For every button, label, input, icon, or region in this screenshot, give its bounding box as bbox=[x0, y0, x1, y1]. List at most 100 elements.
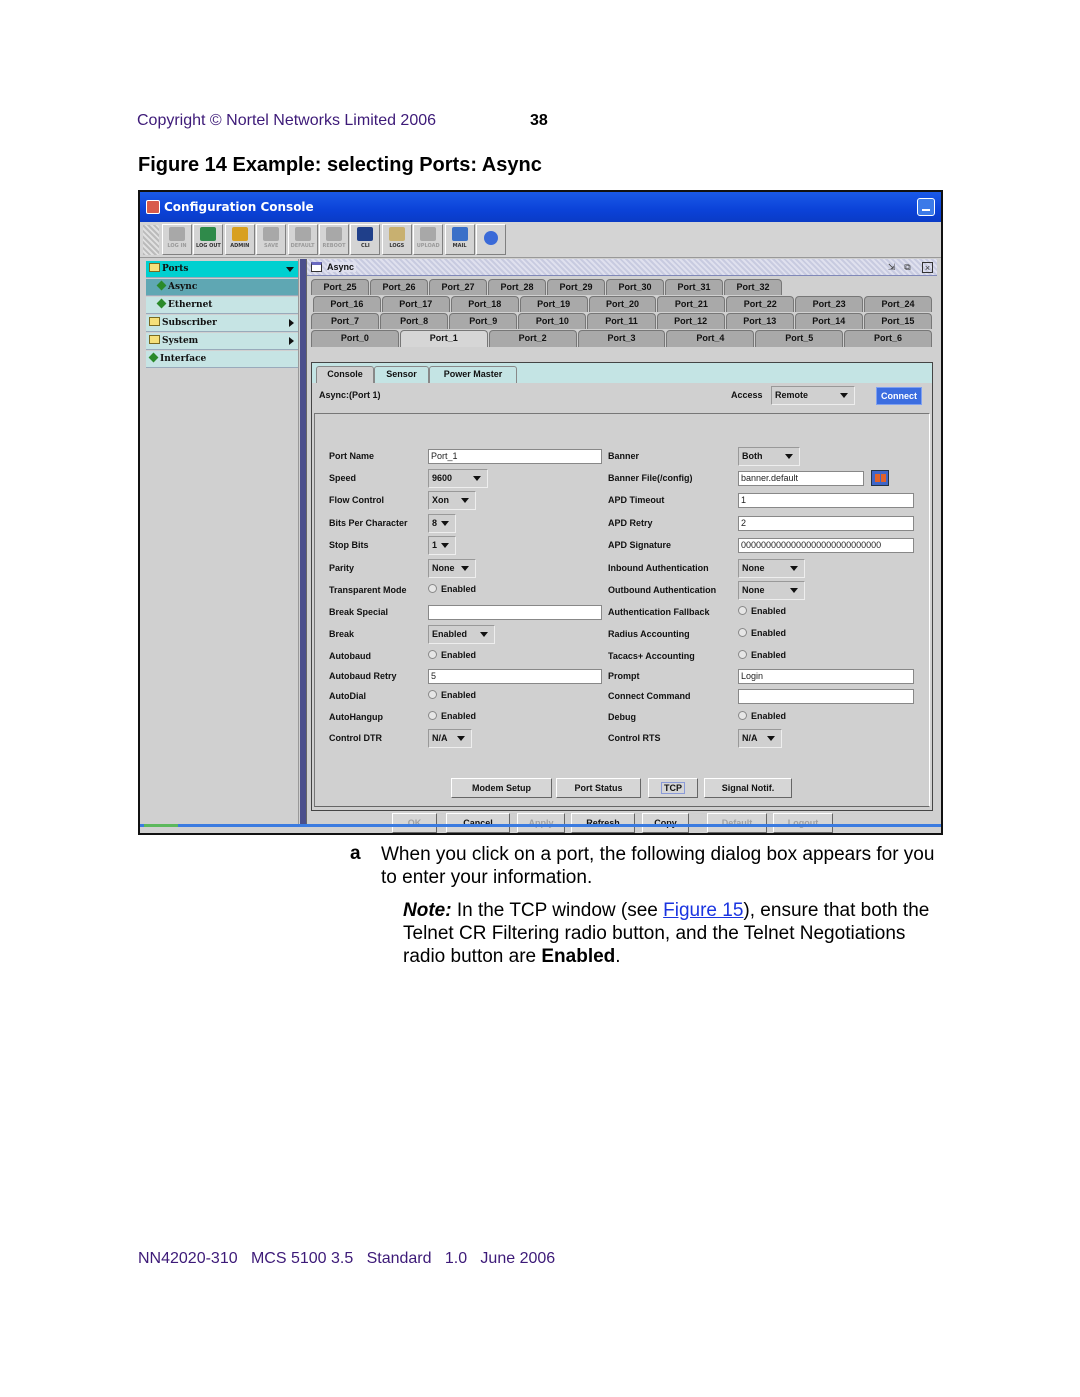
banner-select[interactable]: Both bbox=[738, 447, 800, 466]
break-select[interactable]: Enabled bbox=[428, 625, 495, 644]
modem-setup-button[interactable]: Modem Setup bbox=[451, 778, 552, 798]
port-tab-port-25[interactable]: Port_25 bbox=[311, 279, 369, 295]
port-tab-port-6[interactable]: Port_6 bbox=[844, 330, 932, 347]
toolbar-button-logs[interactable]: LOGS bbox=[381, 224, 412, 255]
port-tab-port-18[interactable]: Port_18 bbox=[450, 296, 519, 312]
close-icon[interactable]: × bbox=[922, 262, 933, 273]
sidebar-item-interface[interactable]: Interface bbox=[146, 351, 298, 368]
port-tab-port-27[interactable]: Port_27 bbox=[429, 279, 487, 295]
autodial-radio[interactable]: Enabled bbox=[428, 690, 476, 700]
control-dtr-select[interactable]: N/A bbox=[428, 729, 472, 748]
port-tab-port-11[interactable]: Port_11 bbox=[587, 313, 656, 329]
sidebar-item-system[interactable]: System bbox=[146, 333, 298, 350]
tab-console[interactable]: Console bbox=[316, 366, 374, 383]
figure-15-link[interactable]: Figure 15 bbox=[663, 900, 743, 921]
port-tab-port-2[interactable]: Port_2 bbox=[488, 330, 577, 347]
maximize-icon[interactable]: ⧉ bbox=[902, 262, 913, 273]
debug-radio[interactable]: Enabled bbox=[738, 711, 786, 721]
iconify-icon[interactable]: ⇲ bbox=[886, 262, 897, 273]
parity-select[interactable]: None bbox=[428, 559, 476, 578]
toolbar-button-cli[interactable]: CLI bbox=[350, 224, 381, 255]
sidebar-item-async[interactable]: Async bbox=[146, 279, 298, 296]
toolbar-grip-handle[interactable] bbox=[143, 225, 159, 255]
cancel-button[interactable]: Cancel bbox=[446, 813, 510, 833]
port-tab-port-4[interactable]: Port_4 bbox=[666, 330, 755, 347]
port-tab-port-29[interactable]: Port_29 bbox=[547, 279, 605, 295]
signal-notif-button[interactable]: Signal Notif. bbox=[704, 778, 792, 798]
tab-sensor[interactable]: Sensor bbox=[374, 366, 429, 383]
access-select[interactable]: Remote bbox=[771, 386, 855, 405]
toolbar-button-help[interactable] bbox=[476, 224, 506, 255]
bits-per-character-select[interactable]: 8 bbox=[428, 514, 456, 533]
transparent-mode-radio[interactable]: Enabled bbox=[428, 584, 476, 594]
port-tab-port-20[interactable]: Port_20 bbox=[588, 296, 657, 312]
port-tab-port-16[interactable]: Port_16 bbox=[313, 296, 381, 312]
toolbar-button-logout[interactable]: LOG OUT bbox=[193, 224, 224, 255]
toolbar-button-admin[interactable]: ADMIN bbox=[224, 224, 255, 255]
browse-file-icon[interactable] bbox=[871, 470, 889, 486]
apd-signature-field[interactable]: 0000000000000000000000000000 bbox=[738, 538, 914, 553]
port-tab-port-5[interactable]: Port_5 bbox=[755, 330, 844, 347]
refresh-button[interactable]: Refresh bbox=[571, 813, 635, 833]
connect-command-field[interactable] bbox=[738, 689, 914, 704]
port-tab-port-28[interactable]: Port_28 bbox=[488, 279, 546, 295]
port-tab-port-32[interactable]: Port_32 bbox=[724, 279, 782, 295]
port-tab-port-0[interactable]: Port_0 bbox=[311, 330, 399, 347]
flow-control-select[interactable]: Xon bbox=[428, 491, 476, 510]
port-tab-port-8[interactable]: Port_8 bbox=[380, 313, 449, 329]
stop-bits-select[interactable]: 1 bbox=[428, 536, 456, 555]
sidebar-item-ports[interactable]: Ports bbox=[146, 261, 298, 278]
port-tab-port-17[interactable]: Port_17 bbox=[381, 296, 450, 312]
apply-button[interactable]: Apply bbox=[517, 813, 565, 833]
copy-button[interactable]: Copy bbox=[642, 813, 689, 833]
outbound-authentication-select[interactable]: None bbox=[738, 581, 805, 600]
port-tab-port-24[interactable]: Port_24 bbox=[864, 296, 932, 312]
tab-power-master[interactable]: Power Master bbox=[429, 366, 517, 383]
port-tab-port-15[interactable]: Port_15 bbox=[863, 313, 932, 329]
apd-retry-field[interactable]: 2 bbox=[738, 516, 914, 531]
toolbar-button-default[interactable]: DEFAULT bbox=[287, 224, 318, 255]
minimize-button[interactable] bbox=[917, 198, 935, 216]
ok-button[interactable]: OK bbox=[392, 813, 437, 833]
radius-accounting-radio[interactable]: Enabled bbox=[738, 628, 786, 638]
port-tab-port-10[interactable]: Port_10 bbox=[518, 313, 587, 329]
authentication-fallback-radio[interactable]: Enabled bbox=[738, 606, 786, 616]
autobaud-retry-field[interactable]: 5 bbox=[428, 669, 602, 684]
connect-button[interactable]: Connect bbox=[876, 387, 922, 405]
port-tab-port-3[interactable]: Port_3 bbox=[577, 330, 666, 347]
tacacs-accounting-radio[interactable]: Enabled bbox=[738, 650, 786, 660]
port-tab-port-14[interactable]: Port_14 bbox=[794, 313, 863, 329]
banner-file-config-field[interactable]: banner.default bbox=[738, 471, 864, 486]
port-tab-port-7[interactable]: Port_7 bbox=[311, 313, 380, 329]
control-rts-select[interactable]: N/A bbox=[738, 729, 782, 748]
port-tab-port-23[interactable]: Port_23 bbox=[795, 296, 864, 312]
port-tab-port-31[interactable]: Port_31 bbox=[665, 279, 723, 295]
sidebar-item-ethernet[interactable]: Ethernet bbox=[146, 297, 298, 314]
inbound-authentication-select[interactable]: None bbox=[738, 559, 805, 578]
speed-select[interactable]: 9600 bbox=[428, 469, 488, 488]
toolbar-button-reboot[interactable]: REBOOT bbox=[319, 224, 349, 255]
tcp-button[interactable]: TCP bbox=[648, 778, 698, 798]
toolbar-button-mail[interactable]: MAIL bbox=[444, 224, 475, 255]
toolbar-button-upload[interactable]: UPLOAD bbox=[413, 224, 444, 255]
port-tab-port-30[interactable]: Port_30 bbox=[606, 279, 664, 295]
prompt-field[interactable]: Login bbox=[738, 669, 914, 684]
apd-timeout-field[interactable]: 1 bbox=[738, 493, 914, 508]
port-tab-port-26[interactable]: Port_26 bbox=[370, 279, 428, 295]
toolbar-button-save[interactable]: SAVE bbox=[256, 224, 287, 255]
toolbar-button-login[interactable]: LOG IN bbox=[162, 224, 192, 255]
autobaud-radio[interactable]: Enabled bbox=[428, 650, 476, 660]
sidebar-item-subscriber[interactable]: Subscriber bbox=[146, 315, 298, 332]
port-tab-port-12[interactable]: Port_12 bbox=[656, 313, 725, 329]
port-tab-port-13[interactable]: Port_13 bbox=[725, 313, 794, 329]
port-tab-port-21[interactable]: Port_21 bbox=[657, 296, 726, 312]
port-status-button[interactable]: Port Status bbox=[556, 778, 641, 798]
break-special-field[interactable] bbox=[428, 605, 602, 620]
port-tab-port-1[interactable]: Port_1 bbox=[399, 330, 488, 347]
port-tab-port-9[interactable]: Port_9 bbox=[449, 313, 518, 329]
port-tab-port-19[interactable]: Port_19 bbox=[519, 296, 588, 312]
autohangup-radio[interactable]: Enabled bbox=[428, 711, 476, 721]
port-name-field[interactable]: Port_1 bbox=[428, 449, 602, 464]
logout-button[interactable]: Logout bbox=[773, 813, 833, 833]
default-button[interactable]: Default bbox=[707, 813, 767, 833]
